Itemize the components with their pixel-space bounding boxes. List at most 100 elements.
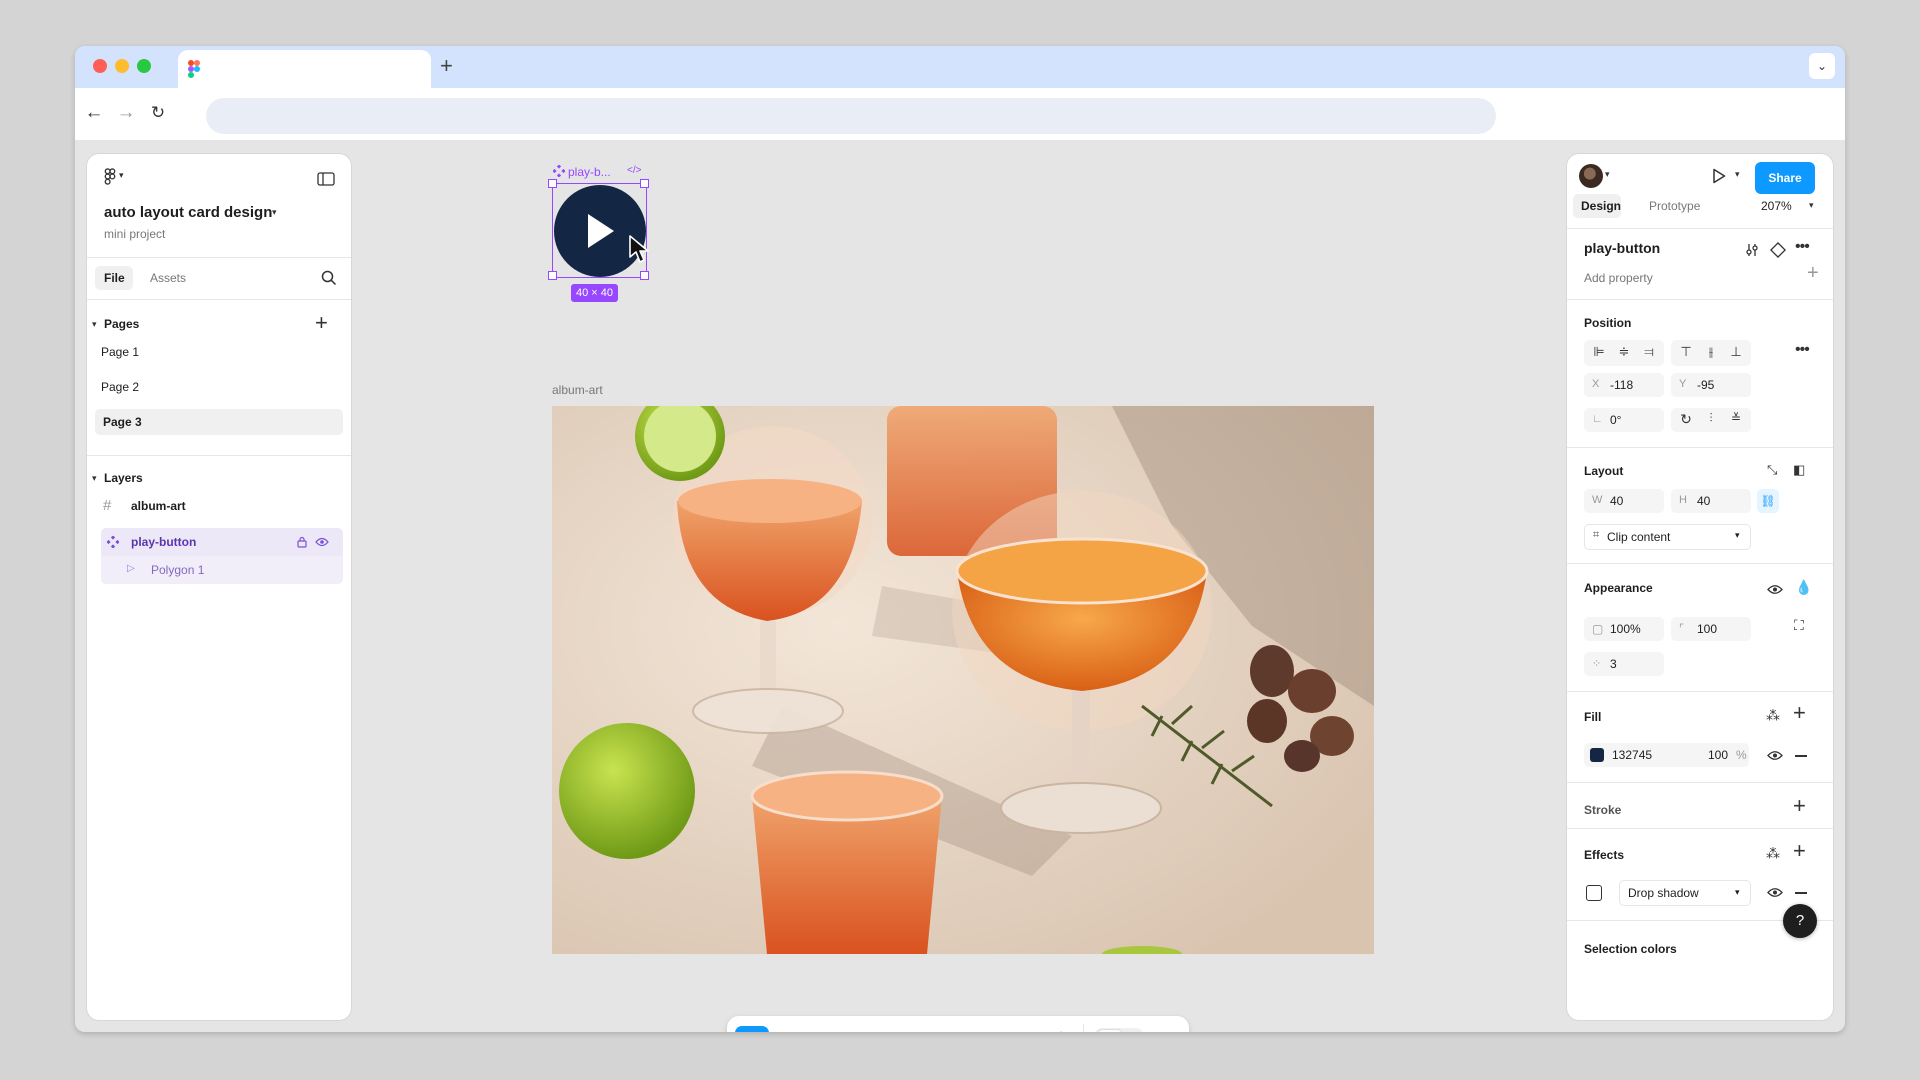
chevron-down-icon[interactable]: ▾ [939, 1028, 953, 1032]
fill-hex[interactable]: 132745 [1612, 748, 1652, 762]
align-center-v-icon[interactable]: ⫲ [1699, 344, 1723, 360]
y-field[interactable]: Y -95 [1671, 373, 1751, 397]
height-field[interactable]: H 40 [1671, 489, 1751, 513]
layer-row[interactable]: # album-art [95, 492, 343, 520]
collapse-icon[interactable]: ▾ [92, 319, 97, 330]
add-property-icon[interactable]: + [1807, 262, 1819, 285]
eye-icon[interactable] [1767, 584, 1783, 595]
resize-to-fit-icon[interactable]: ⤡ [1767, 462, 1777, 478]
figma-menu-icon[interactable] [104, 168, 116, 185]
auto-layout-icon[interactable]: ◧ [1793, 462, 1805, 478]
add-stroke-icon[interactable]: + [1793, 793, 1806, 819]
new-tab-button[interactable]: + [440, 52, 453, 80]
eye-icon[interactable] [1767, 750, 1783, 761]
styles-grid-icon[interactable]: ⁂ [1766, 845, 1780, 862]
chevron-down-icon[interactable]: ▾ [1809, 200, 1814, 211]
constrain-proportions-icon[interactable]: ⛓ [1757, 489, 1779, 513]
forward-icon[interactable]: → [111, 98, 141, 128]
clip-content-dropdown[interactable]: ⌗ Clip content ▾ [1584, 524, 1751, 550]
more-icon[interactable]: ••• [1795, 341, 1810, 359]
remove-fill-icon[interactable] [1795, 755, 1807, 757]
align-right-icon[interactable]: ⫤ [1637, 344, 1661, 360]
add-fill-icon[interactable]: + [1793, 700, 1806, 726]
tab-prototype[interactable]: Prototype [1649, 199, 1700, 213]
ai-actions-icon[interactable] [1045, 1031, 1067, 1032]
resize-handle[interactable] [640, 179, 649, 188]
frame-tool-icon[interactable]: # [798, 1028, 826, 1032]
tab-search-button[interactable]: ⌄ [1809, 53, 1835, 79]
fill-opacity[interactable]: 100 [1708, 748, 1728, 762]
rectangle-tool-icon[interactable]: □ [852, 1028, 880, 1032]
avatar[interactable] [1579, 164, 1603, 188]
toggle-sidebar-icon[interactable] [317, 172, 335, 186]
fill-row[interactable]: 132745 100 % [1584, 743, 1749, 767]
collapse-icon[interactable]: ▾ [92, 473, 97, 484]
polygon-count-field[interactable]: ⁘ 3 [1584, 652, 1664, 676]
add-effect-icon[interactable]: + [1793, 838, 1806, 864]
zoom-window-dot[interactable] [137, 59, 151, 73]
page-item-selected[interactable]: Page 3 [95, 409, 343, 435]
tab-assets[interactable]: Assets [150, 271, 186, 285]
reload-icon[interactable]: ↻ [143, 98, 173, 128]
frame-label[interactable]: album-art [552, 383, 603, 397]
chevron-down-icon[interactable]: ▾ [119, 170, 124, 181]
flip-horizontal-icon[interactable]: ⫶ [1699, 411, 1723, 426]
project-name[interactable]: mini project [104, 227, 165, 241]
fill-swatch[interactable] [1590, 748, 1604, 762]
rotation-field[interactable]: ∟ 0° [1584, 408, 1664, 432]
add-page-icon[interactable]: + [315, 310, 328, 336]
align-center-h-icon[interactable]: ≑ [1612, 344, 1636, 360]
tab-file[interactable]: File [95, 266, 133, 290]
minimize-window-dot[interactable] [115, 59, 129, 73]
component-label[interactable]: play-b... [568, 165, 611, 179]
resize-handle[interactable] [548, 271, 557, 280]
align-bottom-icon[interactable]: ⊥ [1724, 344, 1748, 360]
help-button[interactable]: ? [1783, 904, 1817, 938]
chevron-down-icon[interactable]: ▾ [768, 1028, 782, 1032]
width-field[interactable]: W 40 [1584, 489, 1664, 513]
page-item[interactable]: Page 2 [101, 373, 343, 401]
code-icon[interactable]: </> [627, 165, 641, 176]
search-icon[interactable] [321, 270, 337, 286]
back-icon[interactable]: ← [79, 98, 109, 128]
lock-icon[interactable] [297, 536, 307, 548]
instance-icon[interactable] [1770, 242, 1786, 258]
independent-corners-icon[interactable]: ⛶ [1794, 617, 1804, 634]
resize-handle[interactable] [640, 271, 649, 280]
album-art-frame[interactable] [552, 406, 1374, 954]
component-settings-icon[interactable] [1744, 242, 1760, 258]
chevron-down-icon[interactable]: ▾ [272, 207, 277, 218]
chevron-down-icon[interactable]: ▾ [877, 1028, 891, 1032]
zoom-level[interactable]: 207% [1761, 199, 1792, 213]
blend-mode-icon[interactable]: 💧 [1795, 579, 1812, 596]
flip-vertical-icon[interactable]: ≚ [1724, 411, 1748, 425]
effect-checkbox[interactable] [1586, 885, 1602, 901]
layer-row-child[interactable]: ▷ Polygon 1 [101, 556, 343, 584]
page-item[interactable]: Page 1 [101, 338, 343, 366]
chevron-down-icon[interactable]: ▾ [1735, 169, 1740, 180]
x-field[interactable]: X -118 [1584, 373, 1664, 397]
share-button[interactable]: Share [1755, 162, 1815, 194]
effect-type-dropdown[interactable]: Drop shadow ▾ [1619, 880, 1751, 906]
eye-icon[interactable] [315, 537, 329, 547]
more-icon[interactable]: ••• [1795, 238, 1810, 256]
remove-effect-icon[interactable] [1795, 892, 1807, 894]
browser-tab[interactable] [178, 50, 431, 88]
address-bar[interactable] [206, 98, 1496, 134]
resize-handle[interactable] [548, 179, 557, 188]
corner-radius-field[interactable]: ⌜ 100 [1671, 617, 1751, 641]
opacity-field[interactable]: ▢ 100% [1584, 617, 1664, 641]
selection-name[interactable]: play-button [1584, 240, 1660, 256]
align-left-icon[interactable]: ⊫ [1587, 344, 1611, 360]
rotate-icon[interactable]: ↻ [1674, 411, 1698, 428]
dev-mode-toggle[interactable]: </> [1095, 1028, 1143, 1032]
move-tool-button[interactable] [735, 1026, 769, 1032]
present-play-icon[interactable] [1712, 168, 1726, 184]
file-title[interactable]: auto layout card design [104, 204, 272, 221]
chevron-down-icon[interactable]: ▾ [823, 1028, 837, 1032]
layer-row-selected[interactable]: play-button [101, 528, 343, 556]
eye-icon[interactable] [1767, 887, 1783, 898]
tab-design[interactable]: Design [1573, 194, 1621, 218]
close-window-dot[interactable] [93, 59, 107, 73]
styles-grid-icon[interactable]: ⁂ [1766, 707, 1780, 724]
